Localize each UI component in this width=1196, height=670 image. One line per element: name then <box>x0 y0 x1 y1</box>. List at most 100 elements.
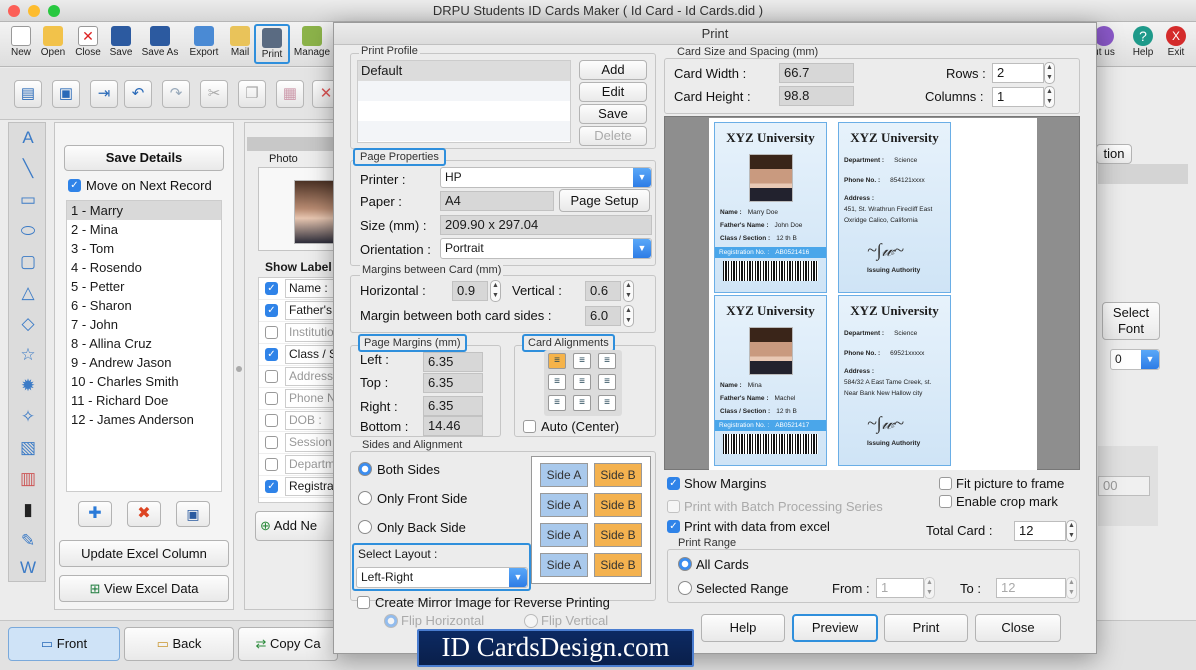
align-option-icon[interactable]: ≡ <box>598 374 616 390</box>
align-option-icon[interactable]: ≡ <box>573 374 591 390</box>
font-size-select[interactable]: 0 ▼ <box>1110 349 1160 370</box>
profile-item-default[interactable]: Default <box>358 61 570 81</box>
watermark-tool-icon[interactable]: W <box>15 555 41 581</box>
print-button[interactable]: Print <box>254 24 290 64</box>
all-cards-radio[interactable] <box>678 557 692 571</box>
rows-stepper[interactable]: ▲ ▼ <box>1044 62 1055 84</box>
list-item[interactable]: 5 - Petter <box>67 277 221 296</box>
list-item[interactable]: 6 - Sharon <box>67 296 221 315</box>
zoom-window-icon[interactable] <box>48 5 60 17</box>
card-width-field[interactable]: 66.7 <box>779 63 854 83</box>
list-item[interactable]: 3 - Tom <box>67 239 221 258</box>
align-option-icon[interactable]: ≡ <box>548 395 566 411</box>
from-stepper[interactable]: ▲ ▼ <box>924 577 935 599</box>
card-height-field[interactable]: 98.8 <box>779 86 854 106</box>
columns-field[interactable]: 1 <box>992 87 1044 107</box>
to-stepper[interactable]: ▲ ▼ <box>1066 577 1077 599</box>
save-as-button[interactable]: Save As <box>140 24 180 64</box>
mail-button[interactable]: Mail <box>222 24 258 64</box>
field-checkbox[interactable] <box>265 436 278 449</box>
tab-tion[interactable]: tion <box>1096 144 1132 164</box>
both-sides-stepper[interactable]: ▲ ▼ <box>623 305 634 327</box>
list-item[interactable]: 9 - Andrew Jason <box>67 353 221 372</box>
rounded-rect-tool-icon[interactable]: ▢ <box>15 249 41 275</box>
select-font-button[interactable]: Select Font <box>1102 302 1160 340</box>
paste-icon[interactable]: ▦ <box>276 80 304 108</box>
save-button[interactable]: Save <box>103 24 139 64</box>
delete-profile-button[interactable]: Delete <box>579 126 647 146</box>
ellipse-tool-icon[interactable]: ⬭ <box>15 218 41 244</box>
vertical-margin-field[interactable]: 0.6 <box>585 281 621 301</box>
field-checkbox[interactable] <box>265 370 278 383</box>
diamond-tool-icon[interactable]: ◇ <box>15 311 41 337</box>
list-item[interactable]: 7 - John <box>67 315 221 334</box>
align-option-icon[interactable]: ≡ <box>573 395 591 411</box>
export-button[interactable]: Export <box>186 24 222 64</box>
page-icon[interactable]: ▤ <box>14 80 42 108</box>
total-card-stepper[interactable]: ▲ ▼ <box>1066 520 1077 542</box>
list-item[interactable]: 8 - Allina Cruz <box>67 334 221 353</box>
field-checkbox[interactable]: ✓ <box>265 348 278 361</box>
picture-tool-icon[interactable]: ▧ <box>15 435 41 461</box>
align-option-icon[interactable]: ≡ <box>548 353 566 369</box>
batch-checkbox[interactable] <box>667 500 680 513</box>
add-profile-button[interactable]: Add <box>579 60 647 80</box>
view-excel-button[interactable]: ⊞ View Excel Data <box>59 575 229 602</box>
flip-horizontal-radio[interactable] <box>384 614 398 628</box>
field-checkbox[interactable] <box>265 326 278 339</box>
star-tool-icon[interactable]: ☆ <box>15 342 41 368</box>
list-item[interactable]: 1 - Marry <box>67 201 221 220</box>
update-excel-button[interactable]: Update Excel Column <box>59 540 229 567</box>
undo-icon[interactable]: ↶ <box>124 80 152 108</box>
vertical-stepper[interactable]: ▲ ▼ <box>623 280 634 302</box>
crop-mark-checkbox[interactable] <box>939 495 952 508</box>
paper-field[interactable]: A4 <box>440 191 554 211</box>
cut-icon[interactable]: ✂ <box>200 80 228 108</box>
printer-select[interactable]: HP ▼ <box>440 167 652 188</box>
rectangle-tool-icon[interactable]: ▭ <box>15 187 41 213</box>
edit-profile-button[interactable]: Edit <box>579 82 647 102</box>
list-item[interactable]: 4 - Rosendo <box>67 258 221 277</box>
back-side-radio[interactable] <box>358 520 372 534</box>
both-sides-margin-field[interactable]: 6.0 <box>585 306 621 326</box>
open-button[interactable]: Open <box>35 24 71 64</box>
orientation-select[interactable]: Portrait ▼ <box>440 238 652 259</box>
preview-button[interactable]: Preview <box>792 614 878 642</box>
add-new-label-button[interactable]: ⊕ Add Ne <box>255 511 341 541</box>
flip-vertical-radio[interactable] <box>524 614 538 628</box>
delete-record-icon[interactable]: ✖ <box>127 501 161 527</box>
manage-button[interactable]: Manage <box>292 24 332 64</box>
close-button[interactable]: ✕ Close <box>70 24 106 64</box>
excel-checkbox[interactable]: ✓ <box>667 520 680 533</box>
bottom-margin-field[interactable]: 14.46 <box>423 416 483 436</box>
signature-tool-icon[interactable]: ✎ <box>15 528 41 554</box>
to-field[interactable]: 12 <box>996 578 1066 598</box>
show-margins-checkbox[interactable]: ✓ <box>667 477 680 490</box>
redo-icon[interactable]: ↷ <box>162 80 190 108</box>
align-option-icon[interactable]: ≡ <box>548 374 566 390</box>
page-setup-button[interactable]: Page Setup <box>559 189 650 212</box>
align-option-icon[interactable]: ≡ <box>598 395 616 411</box>
list-item[interactable]: 2 - Mina <box>67 220 221 239</box>
barcode-tool-icon[interactable]: ▮ <box>15 497 41 523</box>
arrange-icon[interactable]: ⇥ <box>90 80 118 108</box>
field-checkbox[interactable] <box>265 458 278 471</box>
cross-star-tool-icon[interactable]: ✧ <box>15 404 41 430</box>
copy-icon[interactable]: ❐ <box>238 80 266 108</box>
total-card-field[interactable]: 12 <box>1014 521 1066 541</box>
close-window-icon[interactable] <box>8 5 20 17</box>
layout-select[interactable]: Left-Right ▼ <box>356 567 528 588</box>
line-tool-icon[interactable]: ╲ <box>15 156 41 182</box>
exit-button[interactable]: X Exit <box>1158 24 1194 64</box>
mirror-checkbox[interactable] <box>357 596 370 609</box>
close-dialog-button[interactable]: Close <box>975 614 1061 642</box>
align-option-icon[interactable]: ≡ <box>598 353 616 369</box>
auto-center-checkbox[interactable] <box>523 420 536 433</box>
triangle-tool-icon[interactable]: △ <box>15 280 41 306</box>
list-item[interactable]: 12 - James Anderson <box>67 410 221 429</box>
top-margin-field[interactable]: 6.35 <box>423 373 483 393</box>
columns-stepper[interactable]: ▲ ▼ <box>1044 86 1055 108</box>
move-next-checkbox[interactable]: ✓ <box>68 179 81 192</box>
text-tool-icon[interactable]: A <box>15 125 41 151</box>
field-checkbox[interactable] <box>265 392 278 405</box>
